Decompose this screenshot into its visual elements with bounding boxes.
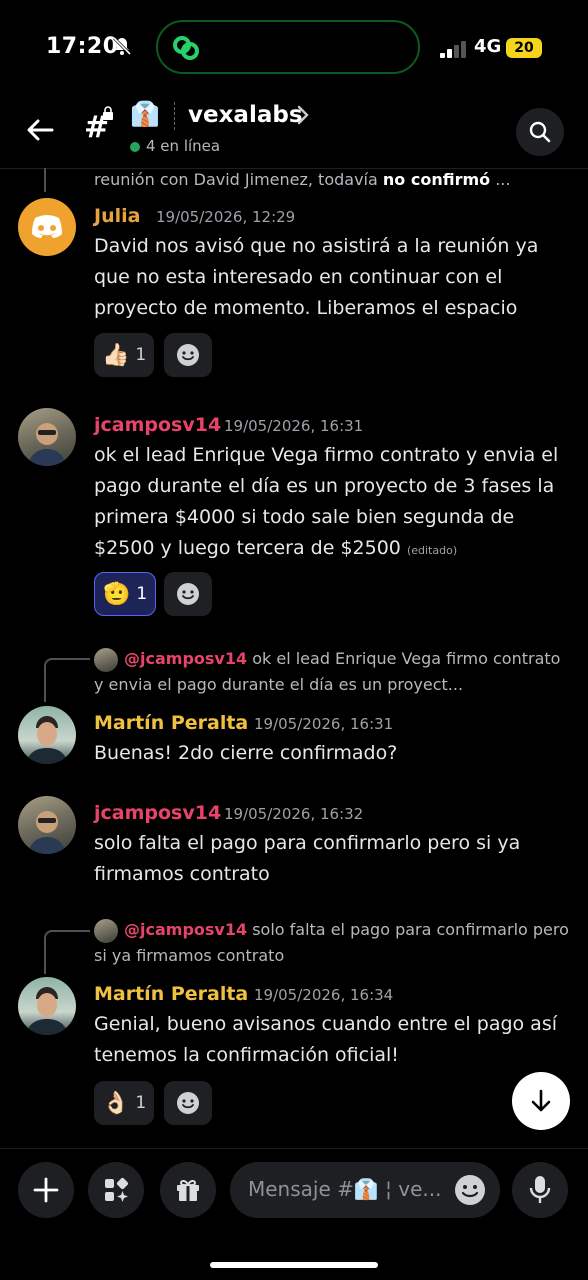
bell-muted-icon xyxy=(112,36,132,61)
user-photo xyxy=(26,987,68,1035)
reply-connector xyxy=(44,658,90,702)
status-time: 17:20 xyxy=(46,34,119,59)
message-author[interactable]: Julia xyxy=(94,205,140,227)
search-button[interactable] xyxy=(516,108,564,156)
emoji-picker-icon[interactable] xyxy=(454,1174,486,1210)
gift-button[interactable] xyxy=(160,1162,216,1218)
message-timestamp: 19/05/2026, 16:34 xyxy=(254,986,394,1004)
online-dot xyxy=(130,142,140,152)
reply-mention[interactable]: @jcamposv14 xyxy=(124,649,247,668)
header-divider xyxy=(174,102,176,130)
apps-button[interactable] xyxy=(88,1162,144,1218)
reply-thread-line xyxy=(44,168,46,192)
reaction-emoji: 🫡 xyxy=(103,581,131,607)
reply-preview[interactable]: @jcamposv14 ok el lead Enrique Vega firm… xyxy=(94,646,574,698)
message-timestamp: 19/05/2026, 16:31 xyxy=(224,417,364,435)
back-arrow-icon[interactable] xyxy=(24,114,56,154)
message-author[interactable]: jcamposv14 xyxy=(94,414,221,436)
channel-name[interactable]: vexalabs xyxy=(188,102,303,128)
network-label: 4G xyxy=(474,36,502,57)
edited-label: (editado) xyxy=(406,544,458,557)
battery-icon: 20 xyxy=(506,38,542,58)
scroll-to-bottom-button[interactable] xyxy=(512,1072,570,1130)
add-reaction-button[interactable] xyxy=(164,572,212,616)
add-reaction-button[interactable] xyxy=(164,333,212,377)
context-reply-text: reunión con David Jimenez, todavía no co… xyxy=(94,170,511,189)
voice-message-button[interactable] xyxy=(512,1162,568,1218)
reply-avatar xyxy=(94,918,118,943)
avatar[interactable] xyxy=(18,977,76,1035)
message-author[interactable]: Martín Peralta xyxy=(94,712,248,734)
user-photo xyxy=(26,716,68,764)
reaction-emoji: 👌🏻 xyxy=(102,1090,130,1116)
add-reaction-button[interactable] xyxy=(164,1081,212,1125)
gift-icon xyxy=(177,1179,199,1201)
user-photo xyxy=(28,423,66,466)
message-author[interactable]: jcamposv14 xyxy=(94,802,221,824)
reply-avatar xyxy=(94,647,118,672)
avatar[interactable] xyxy=(18,198,76,256)
header-divider-line xyxy=(0,168,588,169)
message-text: ok el lead Enrique Vega firmo contrato y… xyxy=(94,444,559,559)
message-text: David nos avisó que no asistirá a la reu… xyxy=(94,235,539,319)
reaction-count: 1 xyxy=(135,345,147,365)
smiley-icon xyxy=(177,1092,199,1114)
online-count: 4 en línea xyxy=(146,137,221,155)
avatar[interactable] xyxy=(18,706,76,764)
reaction-count: 1 xyxy=(136,584,148,604)
reaction-chip[interactable]: 👍🏻 1 xyxy=(94,333,155,377)
composer-divider xyxy=(0,1148,588,1149)
reaction-count: 1 xyxy=(135,1093,147,1113)
reaction-chip[interactable]: 👌🏻 1 xyxy=(94,1081,155,1125)
discord-logo-icon xyxy=(32,215,62,238)
message-timestamp: 19/05/2026, 12:29 xyxy=(156,208,296,226)
channel-emoji: 👔 xyxy=(130,100,160,128)
message-timestamp: 19/05/2026, 16:31 xyxy=(254,715,394,733)
home-indicator xyxy=(210,1262,378,1268)
reply-preview[interactable]: @jcamposv14 solo falta el pago para conf… xyxy=(94,917,574,969)
user-photo xyxy=(28,811,66,854)
avatar[interactable] xyxy=(18,408,76,466)
lock-icon xyxy=(102,106,114,123)
reaction-emoji: 👍🏻 xyxy=(102,342,130,368)
signal-icon xyxy=(440,40,468,58)
smiley-icon xyxy=(177,344,199,366)
message-text: Genial, bueno avisanos cuando entre el p… xyxy=(94,1013,558,1066)
message-text: solo falta el pago para confirmarlo pero… xyxy=(94,832,521,885)
link-icon xyxy=(170,32,202,64)
search-icon xyxy=(529,121,551,143)
reply-connector xyxy=(44,930,90,974)
plus-icon xyxy=(33,1177,59,1203)
message-timestamp: 19/05/2026, 16:32 xyxy=(224,805,364,823)
apps-icon xyxy=(105,1177,129,1202)
reaction-chip-selected[interactable]: 🫡 1 xyxy=(94,572,157,616)
reply-mention[interactable]: @jcamposv14 xyxy=(124,920,247,939)
avatar[interactable] xyxy=(18,796,76,854)
arrow-down-icon xyxy=(531,1089,551,1112)
chevron-right-icon[interactable] xyxy=(296,104,310,131)
smiley-icon xyxy=(177,583,199,605)
message-input-placeholder: Mensaje #👔 ¦ ve... xyxy=(248,1177,442,1201)
add-attachment-button[interactable] xyxy=(18,1162,74,1218)
microphone-icon xyxy=(529,1176,551,1203)
message-text: Buenas! 2do cierre confirmado? xyxy=(94,742,398,764)
message-author[interactable]: Martín Peralta xyxy=(94,983,248,1005)
